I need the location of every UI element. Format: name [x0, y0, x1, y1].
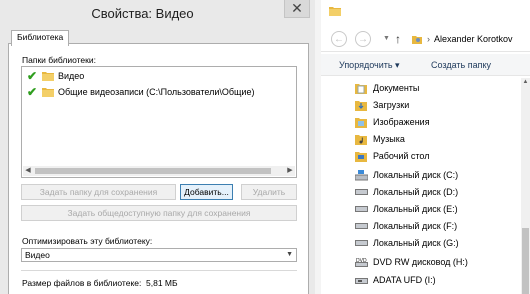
list-item[interactable]: ✔ Видео	[26, 69, 84, 83]
vertical-scrollbar[interactable]: ▲	[521, 78, 530, 294]
folder-desktop-icon	[354, 150, 368, 162]
recent-locations-icon[interactable]: ▼	[383, 35, 390, 42]
user-folder-icon	[412, 36, 422, 44]
nav-item-music[interactable]: Музыка	[354, 131, 405, 147]
folder-icon	[42, 87, 54, 97]
close-icon: ✕	[291, 0, 303, 16]
library-size-value: 5,81 МБ	[146, 278, 178, 288]
nav-item-label: Локальный диск (G:)	[373, 238, 459, 248]
forward-button[interactable]: →	[355, 31, 371, 47]
nav-item-label: Рабочий стол	[373, 151, 430, 161]
nav-item-pictures[interactable]: Изображения	[354, 114, 430, 130]
nav-item-dvd-drive[interactable]: DVD DVD RW дисковод (H:)	[354, 254, 468, 270]
nav-item-documents[interactable]: Документы	[354, 80, 419, 96]
usb-drive-icon	[354, 274, 368, 286]
drive-icon	[354, 186, 368, 198]
dvd-drive-icon: DVD	[354, 256, 368, 268]
optimize-label: Оптимизировать эту библиотеку:	[22, 236, 153, 246]
scrollbar-thumb[interactable]	[522, 228, 529, 294]
nav-item-drive-g[interactable]: Локальный диск (G:)	[354, 235, 459, 251]
scrollbar-thumb[interactable]	[35, 168, 271, 174]
chevron-down-icon: ▼	[286, 251, 293, 258]
up-arrow-icon[interactable]: ↑	[395, 32, 401, 46]
nav-item-label: Локальный диск (C:)	[373, 170, 459, 180]
nav-item-downloads[interactable]: Загрузки	[354, 97, 409, 113]
arrow-right-icon: →	[358, 33, 368, 45]
nav-item-label: Изображения	[373, 117, 430, 127]
navigation-pane: Документы Загрузки Изображения Музыка Ра…	[321, 78, 521, 294]
list-item[interactable]: ✔ Общие видеозаписи (C:\Пользователи\Общ…	[26, 85, 254, 99]
navigation-bar: ← → ▼ ↑ › Alexander Korotkov	[321, 26, 530, 52]
green-check-icon: ✔	[26, 69, 38, 83]
back-button[interactable]: ←	[331, 31, 347, 47]
add-button[interactable]: Добавить...	[180, 184, 233, 200]
nav-item-label: ADATA UFD (I:)	[373, 275, 436, 285]
svg-text:DVD: DVD	[356, 258, 367, 264]
command-bar: Упорядочить ▾ Создать папку	[321, 54, 530, 76]
tab-library[interactable]: Библиотека	[11, 30, 70, 46]
shared-check-icon: ✔	[26, 85, 38, 99]
arrow-left-icon: ←	[334, 33, 344, 45]
library-folders-label: Папки библиотеки:	[22, 55, 96, 65]
organize-button[interactable]: Упорядочить ▾	[339, 60, 400, 71]
breadcrumb-separator-icon: ›	[427, 34, 430, 44]
folder-documents-icon	[354, 82, 368, 94]
nav-item-drive-d[interactable]: Локальный диск (D:)	[354, 184, 458, 200]
set-public-save-folder-button[interactable]: Задать общедоступную папку для сохранени…	[21, 205, 297, 221]
close-button[interactable]: ✕	[284, 0, 310, 18]
remove-button[interactable]: Удалить	[241, 184, 297, 200]
nav-item-usb-drive[interactable]: ADATA UFD (I:)	[354, 272, 436, 288]
drive-icon	[354, 220, 368, 232]
folder-pictures-icon	[354, 116, 368, 128]
optimize-value: Видео	[25, 250, 50, 260]
horizontal-scrollbar[interactable]: ◀ ▶	[23, 166, 295, 176]
nav-item-drive-f[interactable]: Локальный диск (F:)	[354, 218, 457, 234]
new-folder-button[interactable]: Создать папку	[431, 60, 491, 70]
address-bar[interactable]: › Alexander Korotkov	[411, 29, 530, 49]
nav-item-desktop[interactable]: Рабочий стол	[354, 148, 430, 164]
scroll-right-icon[interactable]: ▶	[285, 166, 295, 176]
folder-downloads-icon	[354, 99, 368, 111]
nav-item-label: Загрузки	[373, 100, 410, 110]
scroll-up-icon[interactable]: ▲	[521, 78, 530, 87]
explorer-window: ← → ▼ ↑ › Alexander Korotkov Упорядочить…	[321, 0, 530, 294]
properties-dialog: Свойства: Видео ✕ Библиотека Папки библи…	[0, 0, 315, 294]
nav-item-label: Локальный диск (E:)	[373, 204, 458, 214]
drive-c-icon	[354, 169, 368, 181]
divider	[21, 270, 297, 271]
nav-item-label: Музыка	[373, 134, 405, 144]
drive-icon	[354, 203, 368, 215]
nav-item-label: Локальный диск (F:)	[373, 221, 458, 231]
nav-item-label: Локальный диск (D:)	[373, 187, 459, 197]
dialog-titlebar[interactable]: Свойства: Видео ✕	[0, 0, 315, 27]
folder-name: Общие видеозаписи (C:\Пользователи\Общие…	[58, 87, 255, 97]
optimize-select[interactable]: Видео ▼	[21, 248, 297, 262]
drive-icon	[354, 237, 368, 249]
dialog-title: Свойства: Видео	[91, 6, 194, 21]
nav-item-drive-c[interactable]: Локальный диск (C:)	[354, 167, 458, 183]
breadcrumb[interactable]: Alexander Korotkov	[434, 34, 513, 44]
library-size-label: Размер файлов в библиотеке:	[22, 278, 142, 288]
library-folders-list[interactable]: ✔ Видео ✔ Общие видеозаписи (C:\Пользова…	[21, 66, 297, 178]
folder-icon	[329, 6, 341, 16]
nav-item-label: DVD RW дисковод (H:)	[373, 257, 468, 267]
folder-name: Видео	[58, 71, 85, 81]
nav-item-label: Документы	[373, 83, 420, 93]
nav-item-drive-e[interactable]: Локальный диск (E:)	[354, 201, 458, 217]
set-save-folder-button[interactable]: Задать папку для сохранения	[21, 184, 176, 200]
folder-icon	[42, 71, 54, 81]
folder-music-icon	[354, 133, 368, 145]
scroll-left-icon[interactable]: ◀	[23, 166, 33, 176]
